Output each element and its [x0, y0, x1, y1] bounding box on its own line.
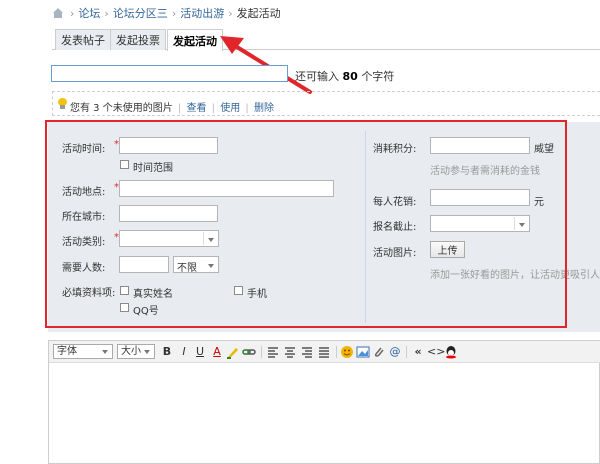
- subject-remaining: 还可输入 80 个字符: [295, 68, 394, 84]
- align-left-icon[interactable]: [266, 345, 280, 359]
- breadcrumb-current: 发起活动: [236, 7, 281, 20]
- toolbar-separator: [261, 346, 262, 358]
- attachment-notice: 您有 3 个未使用的图片 | 查看 | 使用 | 删除: [70, 103, 274, 114]
- highlight-pen-icon[interactable]: [226, 345, 240, 359]
- align-right-icon[interactable]: [300, 345, 314, 359]
- emoticon-icon[interactable]: [340, 345, 354, 359]
- subject-input[interactable]: [51, 65, 288, 82]
- view-link[interactable]: 查看: [186, 103, 206, 114]
- image-icon[interactable]: [356, 345, 370, 359]
- tab-new-poll[interactable]: 发起投票: [110, 29, 166, 50]
- align-center-icon[interactable]: [283, 345, 297, 359]
- size-select-value: 大小: [121, 346, 141, 357]
- remaining-suffix: 个字符: [361, 70, 395, 83]
- use-link[interactable]: 使用: [220, 103, 240, 114]
- post-type-tabs: 发表帖子 发起投票 发起活动: [52, 29, 600, 51]
- remaining-count: 80: [342, 70, 358, 83]
- toolbar-separator: [406, 346, 407, 358]
- lightbulb-icon: [58, 98, 67, 109]
- bold-button[interactable]: B: [160, 345, 174, 359]
- align-justify-icon[interactable]: [317, 345, 331, 359]
- font-select[interactable]: 字体: [53, 344, 113, 359]
- breadcrumb-separator: ›: [70, 6, 75, 20]
- link-icon[interactable]: [242, 345, 256, 359]
- at-mention-icon[interactable]: @: [388, 345, 402, 359]
- home-icon[interactable]: [52, 7, 64, 19]
- qq-face-icon[interactable]: [444, 345, 458, 359]
- quote-button[interactable]: «: [411, 345, 425, 359]
- highlight-box: [45, 120, 567, 328]
- breadcrumb-section[interactable]: 论坛分区三: [113, 5, 168, 21]
- chevron-down-icon: [102, 350, 108, 354]
- breadcrumb-separator: ›: [228, 6, 233, 20]
- breadcrumb-separator: ›: [171, 6, 177, 20]
- underline-button[interactable]: U: [193, 345, 207, 359]
- tab-new-post[interactable]: 发表帖子: [55, 29, 111, 50]
- breadcrumb: › 论坛 › 论坛分区三 › 活动出游 › 发起活动: [52, 6, 281, 20]
- toolbar-separator: [336, 346, 337, 358]
- unused-images-text: 您有 3 个未使用的图片: [70, 103, 173, 114]
- breadcrumb-forum[interactable]: 论坛: [78, 5, 100, 21]
- font-select-value: 字体: [57, 346, 77, 357]
- font-color-button[interactable]: A: [210, 345, 224, 359]
- delete-link[interactable]: 删除: [254, 103, 274, 114]
- chevron-down-icon: [144, 350, 150, 354]
- attachment-icon[interactable]: [372, 345, 386, 359]
- breadcrumb-board[interactable]: 活动出游: [180, 5, 224, 21]
- size-select[interactable]: 大小: [117, 344, 155, 359]
- remaining-prefix: 还可输入: [295, 70, 339, 83]
- code-button[interactable]: <>: [427, 345, 445, 359]
- italic-button[interactable]: I: [177, 345, 191, 359]
- breadcrumb-separator: ›: [104, 6, 109, 20]
